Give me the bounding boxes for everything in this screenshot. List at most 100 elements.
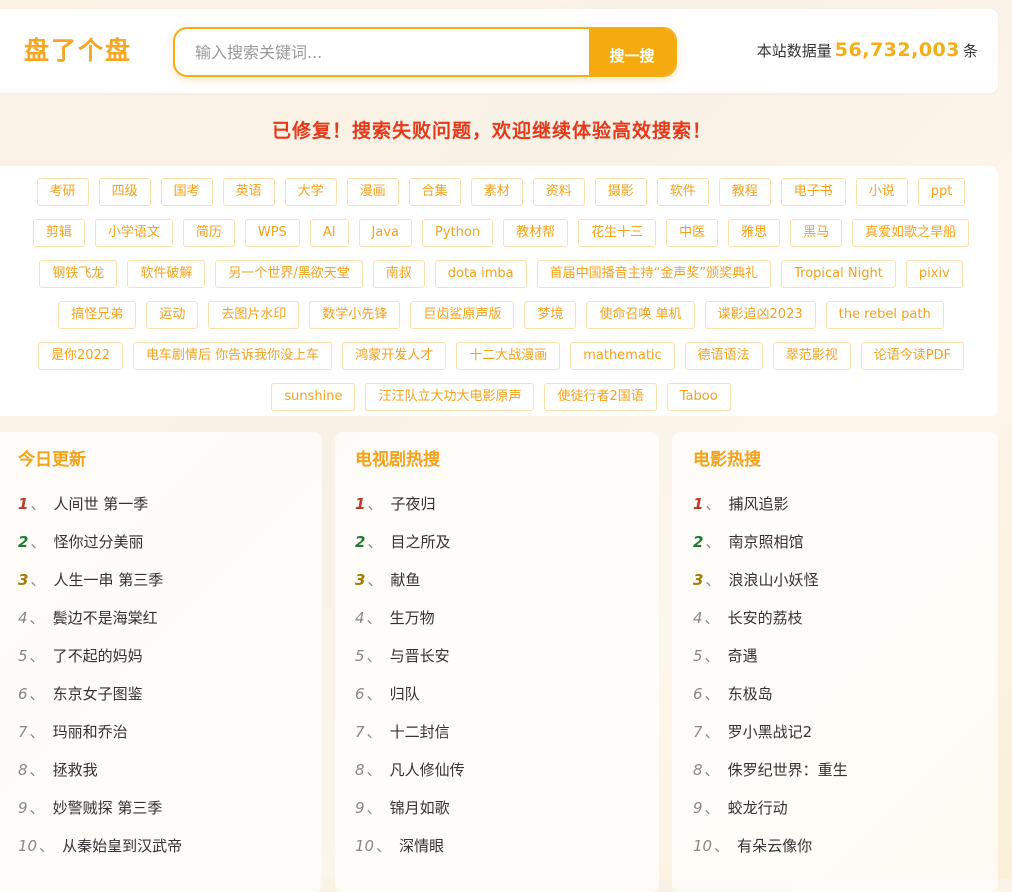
ranking-item-title[interactable]: 奇遇: [728, 647, 758, 665]
ranking-item[interactable]: 1、捕风追影: [693, 485, 980, 523]
tag-item[interactable]: 小说: [855, 178, 908, 206]
ranking-item[interactable]: 3、献鱼: [355, 561, 641, 599]
ranking-item[interactable]: 9、锦月如歌: [355, 789, 641, 827]
ranking-item[interactable]: 9、妙警贼探 第三季: [18, 789, 304, 827]
tag-item[interactable]: 翠范影视: [772, 342, 851, 370]
tag-item[interactable]: 首届中国播音主持“金声奖”颁奖典礼: [536, 260, 772, 288]
ranking-item-title[interactable]: 了不起的妈妈: [53, 647, 143, 665]
tag-item[interactable]: dota imba: [434, 260, 527, 288]
tag-item[interactable]: 中医: [666, 219, 719, 247]
ranking-item[interactable]: 1、子夜归: [355, 485, 641, 523]
tag-item[interactable]: 四级: [98, 178, 151, 206]
ranking-item[interactable]: 10、有朵云像你: [693, 827, 980, 865]
tag-item[interactable]: 论语今读PDF: [860, 342, 965, 370]
tag-item[interactable]: 鸿蒙开发人才: [342, 342, 447, 370]
tag-item[interactable]: 资料: [532, 178, 585, 206]
ranking-item-title[interactable]: 从秦始皇到汉武帝: [62, 837, 182, 855]
ranking-item-title[interactable]: 拯救我: [53, 761, 98, 779]
tag-item[interactable]: Java: [358, 219, 413, 247]
tag-item[interactable]: Tropical Night: [781, 260, 896, 288]
ranking-item-title[interactable]: 凡人修仙传: [390, 761, 465, 779]
ranking-item-title[interactable]: 生万物: [390, 609, 435, 627]
tag-item[interactable]: 使徒行者2国语: [544, 383, 657, 411]
tag-item[interactable]: 大学: [284, 178, 337, 206]
ranking-item[interactable]: 10、深情眼: [355, 827, 641, 865]
ranking-item-title[interactable]: 玛丽和乔治: [53, 723, 128, 741]
ranking-item-title[interactable]: 长安的荔枝: [728, 609, 803, 627]
tag-item[interactable]: 巨齿鲨原声版: [410, 301, 515, 329]
tag-item[interactable]: ppt: [917, 178, 966, 206]
tag-item[interactable]: 合集: [408, 178, 461, 206]
tag-item[interactable]: 运动: [146, 301, 199, 329]
tag-item[interactable]: 电车剧情后 你告诉我你没上车: [133, 342, 333, 370]
ranking-item[interactable]: 8、凡人修仙传: [355, 751, 641, 789]
tag-item[interactable]: 钢铁飞龙: [39, 260, 118, 288]
tag-item[interactable]: mathematic: [570, 342, 675, 370]
site-logo[interactable]: 盘了个盘: [24, 35, 132, 67]
ranking-item-title[interactable]: 深情眼: [399, 837, 444, 855]
ranking-item[interactable]: 2、怪你过分美丽: [18, 523, 304, 561]
ranking-item[interactable]: 8、侏罗纪世界：重生: [693, 751, 980, 789]
tag-item[interactable]: pixiv: [905, 260, 963, 288]
ranking-item-title[interactable]: 浪浪山小妖怪: [728, 571, 818, 589]
ranking-item[interactable]: 2、目之所及: [355, 523, 641, 561]
ranking-item-title[interactable]: 蛟龙行动: [728, 799, 788, 817]
tag-item[interactable]: 是你2022: [37, 342, 124, 370]
ranking-item[interactable]: 6、东极岛: [693, 675, 980, 713]
tag-item[interactable]: 十二大战漫画: [456, 342, 561, 370]
ranking-item[interactable]: 6、东京女子图鉴: [18, 675, 304, 713]
tag-item[interactable]: 素材: [470, 178, 523, 206]
tag-item[interactable]: 汪汪队立大功大电影原声: [365, 383, 535, 411]
ranking-item-title[interactable]: 东京女子图鉴: [53, 685, 143, 703]
tag-item[interactable]: 真爱如歌之旱船: [852, 219, 970, 247]
ranking-item[interactable]: 5、奇遇: [693, 637, 980, 675]
ranking-item-title[interactable]: 目之所及: [390, 533, 450, 551]
ranking-item-title[interactable]: 罗小黑战记2: [728, 723, 813, 741]
tag-item[interactable]: 搞怪兄弟: [58, 301, 137, 329]
search-button[interactable]: 搜一搜: [589, 29, 675, 75]
tag-item[interactable]: 教材帮: [503, 219, 569, 247]
tag-item[interactable]: 漫画: [346, 178, 399, 206]
tag-item[interactable]: 南叔: [372, 260, 425, 288]
tag-item[interactable]: 小学语文: [94, 219, 173, 247]
tag-item[interactable]: 考研: [36, 178, 89, 206]
ranking-item-title[interactable]: 捕风追影: [728, 495, 788, 513]
ranking-item-title[interactable]: 锦月如歌: [390, 799, 450, 817]
tag-item[interactable]: 电子书: [780, 178, 846, 206]
ranking-item-title[interactable]: 怪你过分美丽: [53, 533, 143, 551]
ranking-item[interactable]: 5、了不起的妈妈: [18, 637, 304, 675]
ranking-item-title[interactable]: 人间世 第一季: [53, 495, 148, 513]
ranking-item[interactable]: 9、蛟龙行动: [693, 789, 980, 827]
tag-item[interactable]: 使命召唤 单机: [586, 301, 695, 329]
ranking-item[interactable]: 10、从秦始皇到汉武帝: [18, 827, 304, 865]
tag-item[interactable]: 梦境: [524, 301, 577, 329]
tag-item[interactable]: the rebel path: [825, 301, 944, 329]
tag-item[interactable]: 剪辑: [32, 219, 85, 247]
ranking-item-title[interactable]: 献鱼: [390, 571, 420, 589]
ranking-item[interactable]: 8、拯救我: [18, 751, 304, 789]
tag-item[interactable]: 另一个世界/黑欲天堂: [215, 260, 363, 288]
tag-item[interactable]: 软件破解: [127, 260, 206, 288]
ranking-item[interactable]: 2、南京照相馆: [693, 523, 980, 561]
ranking-item[interactable]: 3、浪浪山小妖怪: [693, 561, 980, 599]
search-input[interactable]: [175, 29, 605, 75]
ranking-item-title[interactable]: 人生一串 第三季: [53, 571, 163, 589]
tag-item[interactable]: 黑马: [790, 219, 843, 247]
tag-item[interactable]: 国考: [160, 178, 213, 206]
ranking-item[interactable]: 4、长安的荔枝: [693, 599, 980, 637]
ranking-item-title[interactable]: 十二封信: [390, 723, 450, 741]
ranking-item-title[interactable]: 妙警贼探 第三季: [53, 799, 163, 817]
tag-item[interactable]: sunshine: [271, 383, 356, 411]
ranking-item-title[interactable]: 归队: [390, 685, 420, 703]
ranking-item[interactable]: 6、归队: [355, 675, 641, 713]
ranking-item-title[interactable]: 侏罗纪世界：重生: [728, 761, 848, 779]
tag-item[interactable]: 数学小先锋: [309, 301, 401, 329]
ranking-item[interactable]: 7、罗小黑战记2: [693, 713, 980, 751]
tag-item[interactable]: 简历: [182, 219, 235, 247]
tag-item[interactable]: 软件: [656, 178, 709, 206]
tag-item[interactable]: 英语: [222, 178, 275, 206]
ranking-item-title[interactable]: 子夜归: [390, 495, 435, 513]
ranking-item[interactable]: 5、与晋长安: [355, 637, 641, 675]
ranking-item[interactable]: 1、人间世 第一季: [18, 485, 304, 523]
ranking-item-title[interactable]: 南京照相馆: [728, 533, 803, 551]
